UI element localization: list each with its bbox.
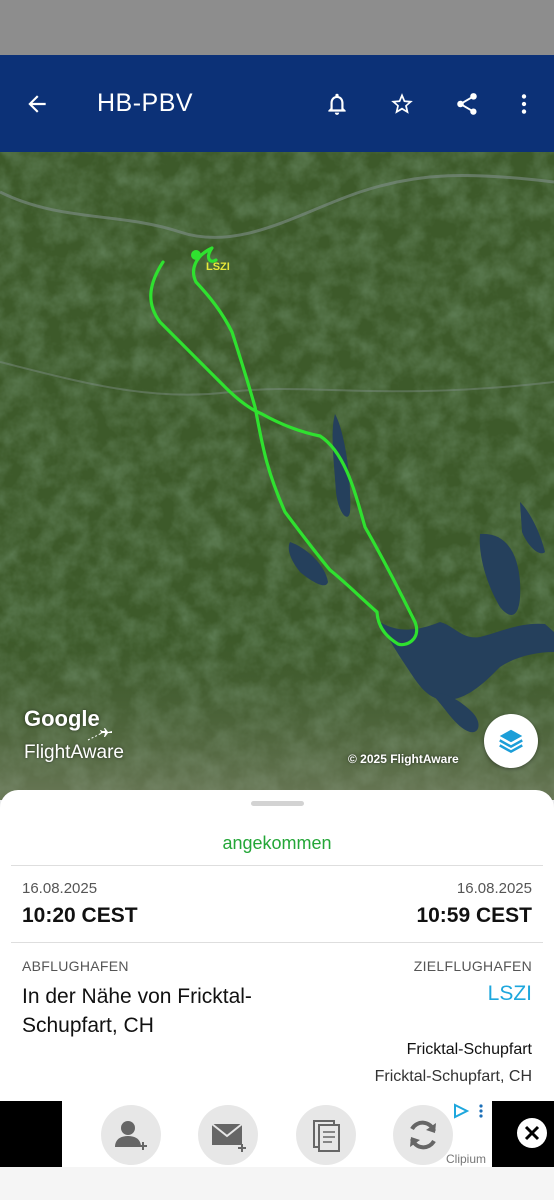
- ad-border-left: [0, 1101, 62, 1167]
- ad-refresh-button[interactable]: [393, 1105, 453, 1165]
- map-copyright: © 2025 FlightAware: [348, 752, 459, 766]
- divider: [11, 865, 543, 866]
- add-user-icon: [115, 1121, 147, 1150]
- close-icon: [524, 1125, 540, 1141]
- documents-icon: [313, 1120, 340, 1152]
- share-icon: [457, 93, 477, 115]
- divider: [11, 942, 543, 943]
- ad-add-mail-button[interactable]: [198, 1105, 258, 1165]
- ad-add-user-button[interactable]: [101, 1105, 161, 1165]
- arrival-date: 16.08.2025: [456, 880, 532, 897]
- satellite-terrain: LSZI: [0, 152, 554, 800]
- bell-icon: [328, 93, 346, 115]
- arrow-left-icon: [28, 95, 46, 113]
- refresh-icon: [410, 1120, 436, 1150]
- flightaware-logo-text: FlightAware: [24, 742, 124, 763]
- favorite-button[interactable]: [380, 82, 424, 126]
- back-button[interactable]: [15, 82, 59, 126]
- destination-code-link[interactable]: LSZI: [488, 982, 532, 1006]
- departure-date: 16.08.2025: [22, 880, 98, 897]
- more-button[interactable]: [502, 82, 546, 126]
- layers-icon: [499, 729, 523, 754]
- ad-brand: Clipium: [446, 1152, 487, 1166]
- more-vertical-icon: [521, 94, 527, 114]
- star-icon: [391, 93, 413, 114]
- origin-label: ABFLUGHAFEN: [22, 958, 129, 974]
- page-title: HB-PBV: [97, 89, 194, 117]
- flight-map[interactable]: LSZI Google FlightAware © 2025 FlightAwa…: [0, 152, 554, 800]
- airport-marker-label: LSZI: [206, 261, 230, 273]
- sheet-drag-handle[interactable]: [251, 801, 304, 806]
- destination-location: Fricktal-Schupfart, CH: [374, 1068, 532, 1085]
- plane-icon: [87, 728, 112, 741]
- flightaware-logo: FlightAware: [24, 728, 124, 764]
- app-bar: HB-PBV: [0, 55, 554, 152]
- destination-name: Fricktal-Schupfart: [406, 1041, 532, 1058]
- airport-marker-dot: [191, 250, 201, 260]
- map-layers-button[interactable]: [484, 714, 538, 768]
- add-mail-icon: [211, 1123, 246, 1152]
- share-button[interactable]: [445, 82, 489, 126]
- flight-status: angekommen: [222, 833, 332, 853]
- ad-choices-icon[interactable]: [453, 1103, 487, 1119]
- ad-banner[interactable]: Clipium: [0, 1101, 554, 1167]
- ad-documents-button[interactable]: [296, 1105, 356, 1165]
- alert-button[interactable]: [315, 82, 359, 126]
- departure-time: 10:20 CEST: [22, 904, 138, 927]
- status-bar: [0, 0, 554, 55]
- ad-close-button[interactable]: [517, 1118, 547, 1148]
- origin-name: In der Nähe von Fricktal-Schupfart, CH: [22, 985, 252, 1037]
- destination-label: ZIELFLUGHAFEN: [413, 958, 532, 974]
- flight-info-sheet: angekommen 16.08.2025 10:20 CEST 16.08.2…: [0, 790, 554, 1102]
- arrival-time: 10:59 CEST: [416, 904, 532, 927]
- bottom-strip: [0, 1167, 554, 1200]
